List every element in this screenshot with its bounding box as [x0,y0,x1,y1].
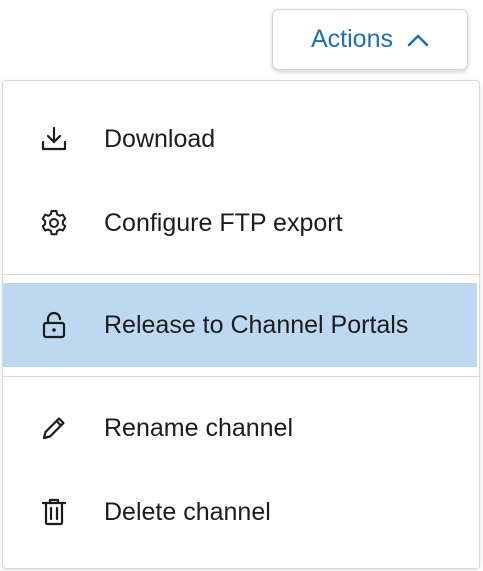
chevron-up-icon [407,33,429,47]
menu-item-release-to-channel-portals[interactable]: Release to Channel Portals [3,283,477,367]
menu-divider [3,376,479,377]
menu-item-rename-channel[interactable]: Rename channel [3,386,479,470]
pencil-icon [39,413,69,443]
menu-item-download[interactable]: Download [3,97,479,181]
page: Actions Download Configure FTP export Re… [0,0,483,571]
menu-item-label: Configure FTP export [104,208,343,237]
trash-icon [39,497,69,527]
download-icon [39,124,69,154]
menu-divider [3,274,479,275]
gear-icon [39,208,69,238]
menu-item-configure-ftp-export[interactable]: Configure FTP export [3,181,479,265]
actions-button-label: Actions [311,25,393,53]
menu-item-label: Delete channel [104,497,271,526]
actions-dropdown-menu: Download Configure FTP export Release to… [2,80,480,569]
actions-button[interactable]: Actions [272,9,468,70]
unlock-icon [39,310,69,340]
menu-item-label: Rename channel [104,413,294,442]
menu-item-label: Release to Channel Portals [104,310,409,339]
menu-item-delete-channel[interactable]: Delete channel [3,470,479,554]
menu-item-label: Download [104,124,216,153]
